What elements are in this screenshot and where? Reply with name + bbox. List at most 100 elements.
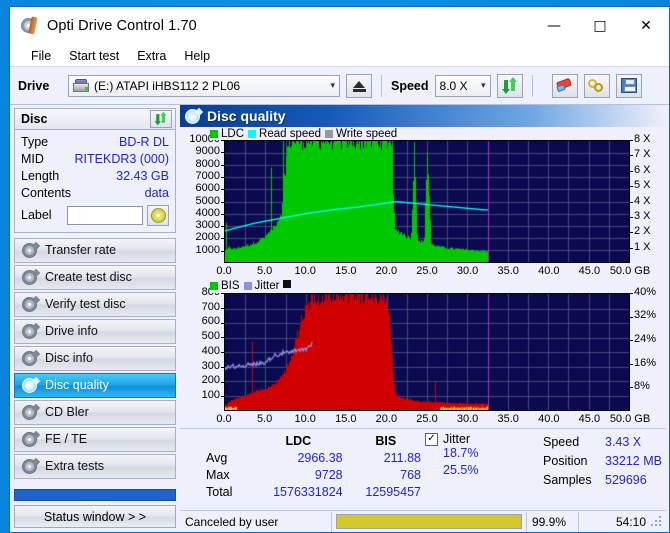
sidebar-item-label: Transfer rate (45, 243, 117, 258)
ldc-chart-y2tick: 5 X (634, 179, 651, 192)
legend-label: Jitter (254, 280, 280, 293)
sidebar-item-extra-tests[interactable]: Extra tests (14, 453, 176, 479)
disc-panel-title: Disc (21, 111, 48, 126)
bis-chart-y2tick: 32% (634, 309, 657, 322)
sidebar-item-cd-bler[interactable]: CD Bler (14, 399, 176, 425)
read-label-button[interactable] (147, 204, 169, 226)
disc-refresh-button[interactable] (150, 109, 172, 128)
ldc-chart-block: LDC Read speed Write speed 10000 9000 80… (182, 127, 666, 280)
sidebar-item-transfer-rate[interactable]: Transfer rate (14, 237, 176, 263)
app-window: Opti Drive Control 1.70 — □ ✕ File Start… (9, 6, 670, 533)
bis-chart-ytick: 400 (201, 344, 220, 357)
speed-stat-label: Speed (543, 434, 580, 449)
jitter-max-value: 25.5% (443, 463, 479, 477)
legend-item-ldc: LDC (210, 128, 244, 140)
legend-item-jitter: Jitter (243, 280, 280, 293)
sidebar-item-disc-info[interactable]: Disc info (14, 345, 176, 371)
save-button[interactable] (615, 73, 642, 98)
position-label: Position (543, 453, 588, 468)
sidebar-item-verify-test-disc[interactable]: Verify test disc (14, 291, 176, 317)
row-label-max: Max (206, 467, 230, 482)
eject-button[interactable] (346, 73, 372, 98)
ldc-chart-plot[interactable] (224, 140, 630, 263)
bis-plot-area[interactable]: 80070060050040030020010040%32%24%16%8%0.… (182, 280, 666, 428)
drive-toolbar: Drive (E:) ATAPI iHBS112 2 PL06 ▾ Speed … (10, 67, 669, 105)
resize-grip-icon[interactable] (651, 515, 663, 528)
maximize-button[interactable]: □ (577, 7, 623, 45)
sidebar-item-drive-info[interactable]: Drive info (14, 318, 176, 344)
drive-select[interactable]: (E:) ATAPI iHBS112 2 PL06 ▾ (68, 74, 340, 97)
ldc-plot-area[interactable]: 10000 9000 8000 7000 6000 5000 4000 3000 2000 100… (182, 127, 666, 280)
disc-gear-icon (22, 242, 37, 258)
disc-gear-icon (22, 323, 37, 339)
legend-swatch-icon (248, 129, 257, 138)
ytick-mark (221, 251, 224, 252)
sidebar-item-label: FE / TE (45, 432, 88, 447)
menu-item-help[interactable]: Help (175, 47, 219, 65)
y2tick-mark (630, 339, 633, 341)
bis-chart-ytick: 600 (201, 315, 220, 328)
sidebar-item-label: Disc info (45, 351, 93, 366)
ytick-mark (221, 152, 224, 153)
legend-label: BIS (221, 280, 240, 293)
position-row: Position 33212 MB (543, 451, 670, 470)
bis-chart-ytick: 500 (201, 330, 220, 343)
samples-row: Samples 529696 (543, 470, 670, 489)
refresh-drive-button[interactable] (496, 73, 523, 98)
y2tick-mark (630, 248, 633, 249)
jitter-avg-value: 18.7% (443, 446, 479, 460)
progress-bar (336, 514, 522, 529)
eject-icon (353, 81, 365, 88)
jitter-checkbox[interactable]: ✓ (425, 432, 438, 446)
disc-row-mid: MID RITEKDR3 (000) (21, 151, 169, 168)
ldc-chart-y2tick: 3 X (634, 209, 651, 222)
menu-item-file[interactable]: File (22, 47, 60, 65)
disc-row-length: Length 32.43 GB (21, 168, 169, 185)
disc-panel-header: Disc (14, 108, 176, 130)
sidebar-item-disc-quality[interactable]: Disc quality (14, 372, 176, 398)
disc-label-key: Label (21, 208, 52, 223)
legend-swatch-icon (325, 129, 334, 138)
speed-row: Speed 3.43 X (543, 432, 670, 451)
toolbar-divider-2 (531, 74, 533, 97)
cell-total-bis: 12595457 (365, 484, 421, 499)
disc-quality-header: Disc quality (180, 105, 666, 127)
chevron-down-icon: ▾ (480, 80, 486, 91)
ldc-chart-ytick: 8000 (195, 157, 220, 170)
disc-row-value: RITEKDR3 (000) (74, 152, 169, 167)
status-window-button[interactable]: Status window > > (14, 505, 176, 528)
erase-button[interactable] (551, 73, 578, 98)
stats-table: LDC BIS Avg 2966.38 211.88 Max 9728 768 … (206, 432, 425, 500)
content-pane: Disc quality LDC Read speed Write speed … (180, 105, 669, 532)
y2tick-mark (630, 386, 633, 388)
disc-gear-icon (22, 350, 37, 366)
col-header-bis: BIS (375, 433, 397, 448)
jitter-toggle-row[interactable]: ✓ Jitter (425, 432, 543, 446)
speed-select[interactable]: 8.0 X ▾ (434, 74, 491, 97)
legend-label: Write speed (336, 127, 398, 140)
close-button[interactable]: ✕ (623, 7, 669, 45)
sidebar-item-fe-te[interactable]: FE / TE (14, 426, 176, 452)
legend-swatch-icon (210, 282, 218, 291)
minimize-button[interactable]: — (531, 7, 577, 45)
menu-item-extra[interactable]: Extra (128, 47, 175, 65)
disc-label-input[interactable] (67, 205, 143, 225)
ldc-chart-y2tick: 2 X (634, 225, 651, 238)
legend-label: LDC (221, 127, 245, 140)
ytick-mark (221, 322, 224, 324)
table-header-row: LDC BIS (206, 432, 425, 449)
ytick-mark (221, 165, 224, 166)
y2tick-mark (630, 292, 633, 294)
bis-chart-plot[interactable] (224, 292, 630, 411)
ytick-mark (221, 214, 224, 215)
ytick-mark (221, 336, 224, 338)
page-title: Disc quality (207, 108, 286, 124)
row-label-total: Total (206, 484, 233, 499)
legend-item-read-speed: Read speed (248, 128, 321, 140)
link-button[interactable] (583, 73, 610, 98)
menu-item-start-test[interactable]: Start test (60, 47, 128, 65)
sidebar-item-label: Disc quality (45, 378, 109, 393)
cd-disc-icon (150, 207, 166, 223)
sidebar-item-create-test-disc[interactable]: Create test disc (14, 264, 176, 290)
